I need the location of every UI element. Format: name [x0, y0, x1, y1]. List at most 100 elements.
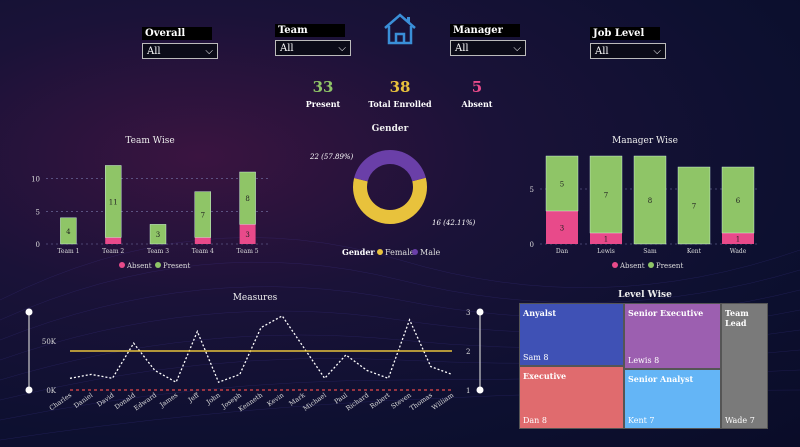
kpi-present-value: 33 — [312, 78, 334, 96]
kpi-present: 33 Present — [298, 78, 348, 109]
donut-slice-male — [354, 150, 426, 182]
x-tick-label: Sam — [643, 248, 657, 255]
data-label: 3 — [560, 225, 564, 233]
kpi-total-value: 38 — [389, 78, 411, 96]
legend-absent-label: Absent — [619, 262, 645, 270]
level-wise-title: Level Wise — [618, 290, 672, 300]
chevron-down-icon: ⌵ — [338, 42, 346, 54]
y-right-tick-label: 1 — [466, 387, 470, 395]
x-tick-label: Kevin — [266, 391, 286, 408]
slicer-job-level-title: Job Level — [590, 27, 660, 40]
x-tick-label: Edward — [132, 391, 158, 412]
gender-title: Gender — [371, 124, 409, 134]
left-slider-handle-bottom — [25, 386, 33, 394]
right-slider-handle-bottom — [476, 386, 484, 394]
treemap-cell-label: Anyalst — [523, 308, 557, 318]
x-tick-label: Richard — [344, 391, 370, 412]
y-right-tick-label: 2 — [466, 348, 470, 356]
slicer-team-dropdown[interactable]: All ⌵ — [275, 40, 351, 56]
kpi-total-label: Total Enrolled — [368, 99, 432, 109]
x-tick-label: Kent — [687, 248, 702, 255]
treemap-cell-team-lead[interactable]: Team Lead Wade 7 — [721, 303, 768, 429]
data-label: 1 — [736, 236, 740, 244]
treemap-cell-anyalst[interactable]: Anyalst Sam 8 — [519, 303, 624, 366]
slicer-overall-title: Overall — [142, 27, 212, 40]
data-label: 6 — [736, 197, 741, 205]
y-tick-label: 5 — [36, 208, 40, 216]
y-tick-label: 5 — [530, 186, 534, 194]
treemap-cell-label: Executive — [523, 371, 567, 381]
kpi-absent: 5 Absent — [452, 78, 502, 109]
slicer-manager-dropdown[interactable]: All ⌵ — [450, 40, 526, 56]
chevron-down-icon: ⌵ — [653, 45, 661, 57]
slicer-overall-dropdown[interactable]: All ⌵ — [142, 43, 218, 59]
legend-absent-label: Absent — [126, 262, 152, 270]
treemap-cell-label: Senior Analyst — [628, 374, 694, 384]
treemap-cell-value: Dan 8 — [523, 416, 547, 425]
legend-female-label: Female — [385, 248, 415, 257]
right-slider-handle-top — [476, 308, 484, 316]
treemap-cell-executive[interactable]: Executive Dan 8 — [519, 366, 624, 429]
left-slider-handle-top — [25, 308, 33, 316]
data-label: 4 — [66, 228, 71, 236]
y-right-tick-label: 3 — [466, 309, 470, 317]
slicer-overall-value: All — [147, 45, 161, 57]
donut-label-female: 22 (57.89%) — [309, 153, 354, 161]
measures-chart: 0K50K123Charles Daniel DavidDonaldEdward Ja… — [25, 308, 484, 413]
kpi-absent-label: Absent — [461, 99, 493, 109]
data-label: 3 — [156, 231, 160, 239]
treemap-cell-value: Lewis 8 — [628, 356, 660, 365]
treemap-cell-label: Team Lead — [725, 308, 749, 328]
kpi-absent-value: 5 — [471, 78, 483, 96]
x-tick-label: Team 2 — [102, 248, 124, 255]
slicer-team-title: Team — [275, 24, 345, 37]
manager-wise-chart: 0 5 3 5 Dan 1 7 Lewis 8 Sam 7 Kent 1 6 Wade Absent Prese… — [530, 155, 760, 270]
slicer-overall[interactable]: Overall All ⌵ — [142, 27, 218, 59]
x-tick-label: Robert — [368, 391, 391, 411]
data-label: 5 — [560, 181, 564, 189]
legend-absent-marker — [119, 262, 125, 268]
x-tick-label: Team 1 — [57, 248, 79, 255]
gender-donut-chart: 22 (57.89%) 16 (42.11%) Gender Female Male — [309, 150, 476, 257]
slicer-job-level[interactable]: Job Level All ⌵ — [590, 27, 666, 59]
slicer-job-level-dropdown[interactable]: All ⌵ — [590, 43, 666, 59]
legend-present-label: Present — [163, 262, 190, 270]
y-tick-label: 0 — [36, 241, 40, 249]
home-icon[interactable] — [382, 12, 418, 46]
team-wise-chart: 0 5 10 4 Team 1 11 Team 2 3 Team 3 7 Team 4 3 8 Team … — [31, 165, 270, 270]
legend-absent-marker — [612, 262, 618, 268]
x-tick-label: Lewis — [597, 248, 615, 255]
x-tick-label: Dan — [556, 248, 568, 255]
data-label: 8 — [245, 195, 249, 203]
legend-male-marker — [412, 249, 418, 255]
data-label: 7 — [692, 203, 696, 211]
slicer-job-level-value: All — [595, 45, 609, 57]
y-tick-label: 0K — [46, 387, 56, 395]
x-tick-label: Daniel — [72, 391, 94, 410]
slicer-manager[interactable]: Manager All ⌵ — [450, 24, 526, 56]
x-tick-label: Team 3 — [147, 248, 169, 255]
treemap-cell-value: Wade 7 — [725, 416, 755, 425]
x-tick-label: Team 5 — [237, 248, 259, 255]
data-label: 7 — [201, 212, 205, 220]
x-tick-label: Jeff — [186, 390, 202, 404]
data-label: 1 — [604, 236, 608, 244]
slicer-manager-title: Manager — [450, 24, 520, 37]
legend-present-label: Present — [656, 262, 683, 270]
x-tick-label: Michael — [302, 391, 328, 413]
legend-female-marker — [377, 249, 383, 255]
y-tick-label: 0 — [530, 241, 534, 249]
legend-male-label: Male — [420, 248, 441, 257]
donut-slice-female — [353, 177, 427, 224]
level-wise-treemap: Anyalst Sam 8 Senior Executive Lewis 8 T… — [519, 303, 768, 429]
x-tick-label: James — [158, 391, 180, 409]
data-label: 3 — [245, 231, 249, 239]
data-label: 11 — [109, 198, 118, 206]
treemap-cell-value: Kent 7 — [628, 416, 655, 425]
treemap-cell-senior-executive[interactable]: Senior Executive Lewis 8 — [624, 303, 721, 369]
chevron-down-icon: ⌵ — [205, 45, 213, 57]
slicer-team[interactable]: Team All ⌵ — [275, 24, 351, 56]
x-tick-label: Wade — [730, 248, 747, 255]
treemap-cell-senior-analyst[interactable]: Senior Analyst Kent 7 — [624, 369, 721, 429]
bar-absent — [194, 237, 211, 244]
